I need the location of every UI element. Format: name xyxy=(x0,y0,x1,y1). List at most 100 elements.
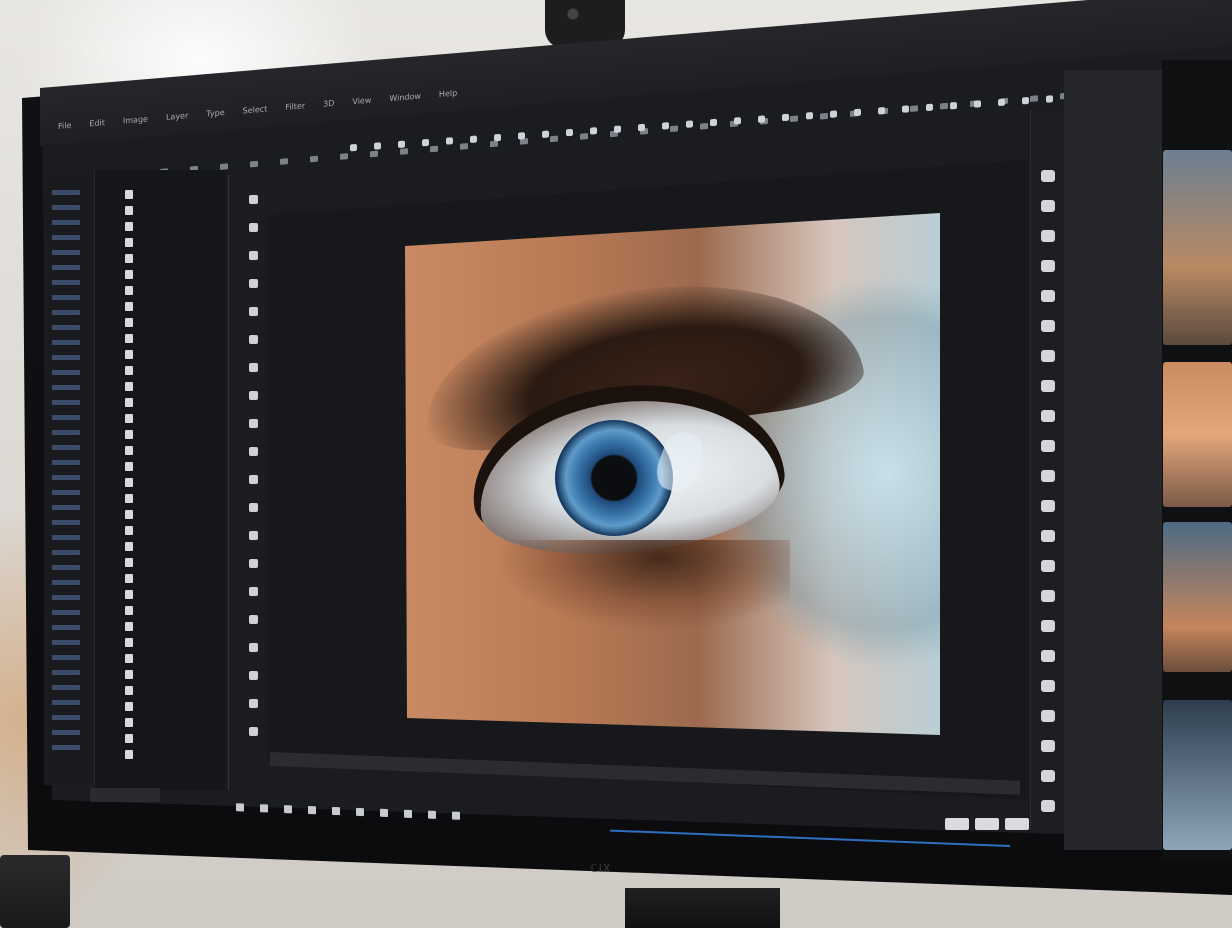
layer-icon[interactable] xyxy=(125,670,133,679)
tool-icon[interactable] xyxy=(52,580,80,585)
thumbnail-1[interactable] xyxy=(1163,150,1232,345)
layer-icon[interactable] xyxy=(125,718,133,727)
toolbar-icon[interactable] xyxy=(926,103,933,111)
status-icon[interactable] xyxy=(380,808,388,818)
layer-icon[interactable] xyxy=(125,398,133,407)
tool-icon[interactable] xyxy=(52,385,80,390)
tool-icon[interactable] xyxy=(52,715,80,720)
toolbar-icon[interactable] xyxy=(662,121,669,130)
toolbar-icon[interactable] xyxy=(638,123,645,131)
bottom-left-button[interactable] xyxy=(90,788,160,802)
tool-icon[interactable] xyxy=(52,535,80,540)
tool-icon[interactable] xyxy=(249,671,258,680)
tool-icon[interactable] xyxy=(52,625,80,630)
panel-icon[interactable] xyxy=(1041,380,1055,392)
tool-icon[interactable] xyxy=(249,475,258,484)
panel-icon[interactable] xyxy=(1041,740,1055,752)
toolbar-icon[interactable] xyxy=(1046,94,1053,103)
tool-icon[interactable] xyxy=(52,700,80,705)
tool-icon[interactable] xyxy=(249,195,258,204)
tool-icon[interactable] xyxy=(52,475,80,480)
toolbar-icon[interactable] xyxy=(374,141,381,150)
tool-icon[interactable] xyxy=(52,205,80,210)
panel-icon[interactable] xyxy=(1041,530,1055,542)
tool-icon[interactable] xyxy=(52,445,80,450)
panel-icon[interactable] xyxy=(1041,410,1055,422)
menu-item-filter[interactable]: Filter xyxy=(285,101,305,112)
tool-icon[interactable] xyxy=(52,490,80,495)
toolbar-icon[interactable] xyxy=(734,116,741,125)
toolbar-icon[interactable] xyxy=(854,108,861,116)
layer-icon[interactable] xyxy=(125,654,133,663)
tool-icon[interactable] xyxy=(52,610,80,615)
tool-icon[interactable] xyxy=(52,310,80,315)
panel-icon[interactable] xyxy=(1041,470,1055,482)
panel-icon[interactable] xyxy=(1041,290,1055,302)
layer-icon[interactable] xyxy=(125,334,133,343)
toolbar-icon[interactable] xyxy=(614,124,621,133)
layer-icon[interactable] xyxy=(125,750,133,759)
panel-icon[interactable] xyxy=(1041,650,1055,662)
layer-icon[interactable] xyxy=(125,638,133,647)
layer-icon[interactable] xyxy=(125,590,133,599)
status-icon[interactable] xyxy=(308,805,316,815)
tool-icon[interactable] xyxy=(52,670,80,675)
tool-icon[interactable] xyxy=(249,251,258,260)
tool-icon[interactable] xyxy=(249,503,258,512)
layer-icon[interactable] xyxy=(125,574,133,583)
layer-icon[interactable] xyxy=(125,302,133,311)
layer-icon[interactable] xyxy=(125,270,133,279)
tool-icon[interactable] xyxy=(52,340,80,345)
tool-icon[interactable] xyxy=(249,587,258,596)
tool-icon[interactable] xyxy=(52,550,80,555)
panel-icon[interactable] xyxy=(1041,320,1055,332)
layer-icon[interactable] xyxy=(125,382,133,391)
layer-icon[interactable] xyxy=(125,254,133,263)
panel-icon[interactable] xyxy=(1041,200,1055,212)
tool-icon[interactable] xyxy=(249,307,258,316)
status-icon[interactable] xyxy=(236,803,244,812)
panel-icon[interactable] xyxy=(1041,350,1055,362)
status-icon[interactable] xyxy=(452,811,460,820)
tool-icon[interactable] xyxy=(52,400,80,405)
layer-icon[interactable] xyxy=(125,222,133,231)
status-icon[interactable] xyxy=(404,809,412,818)
tool-icon[interactable] xyxy=(52,685,80,690)
toolbar-icon[interactable] xyxy=(1022,96,1029,104)
layer-icon[interactable] xyxy=(125,350,133,359)
option-icon[interactable] xyxy=(220,163,228,170)
toolbar-icon[interactable] xyxy=(974,99,981,108)
panel-icon[interactable] xyxy=(1041,800,1055,812)
toolbar-icon[interactable] xyxy=(494,133,501,141)
layer-icon[interactable] xyxy=(125,542,133,551)
toolbar-icon[interactable] xyxy=(902,104,909,113)
toolbar-icon[interactable] xyxy=(350,143,357,151)
tool-icon[interactable] xyxy=(52,370,80,375)
bottom-button-3[interactable] xyxy=(1005,818,1029,830)
tool-icon[interactable] xyxy=(52,430,80,435)
tool-icon[interactable] xyxy=(52,250,80,255)
toolbar-icon[interactable] xyxy=(806,111,813,120)
tool-icon[interactable] xyxy=(52,235,80,240)
bottom-button-1[interactable] xyxy=(945,818,969,830)
toolbar-icon[interactable] xyxy=(878,106,885,114)
thumbnail-4[interactable] xyxy=(1163,700,1232,850)
tool-icon[interactable] xyxy=(52,640,80,645)
toolbar-icon[interactable] xyxy=(830,109,837,118)
tool-icon[interactable] xyxy=(249,531,258,540)
toolbar-icon[interactable] xyxy=(782,113,789,121)
tool-icon[interactable] xyxy=(249,335,258,344)
option-icon[interactable] xyxy=(250,160,258,168)
tool-icon[interactable] xyxy=(249,643,258,652)
status-icon[interactable] xyxy=(428,810,436,819)
panel-icon[interactable] xyxy=(1041,710,1055,722)
tool-icon[interactable] xyxy=(52,190,80,195)
layer-icon[interactable] xyxy=(125,526,133,535)
layer-icon[interactable] xyxy=(125,430,133,439)
status-icon[interactable] xyxy=(260,804,268,813)
toolbar-icon[interactable] xyxy=(422,138,429,146)
panel-icon[interactable] xyxy=(1041,620,1055,632)
tool-icon[interactable] xyxy=(52,220,80,225)
toolbar-icon[interactable] xyxy=(686,119,693,128)
tool-icon[interactable] xyxy=(52,565,80,570)
